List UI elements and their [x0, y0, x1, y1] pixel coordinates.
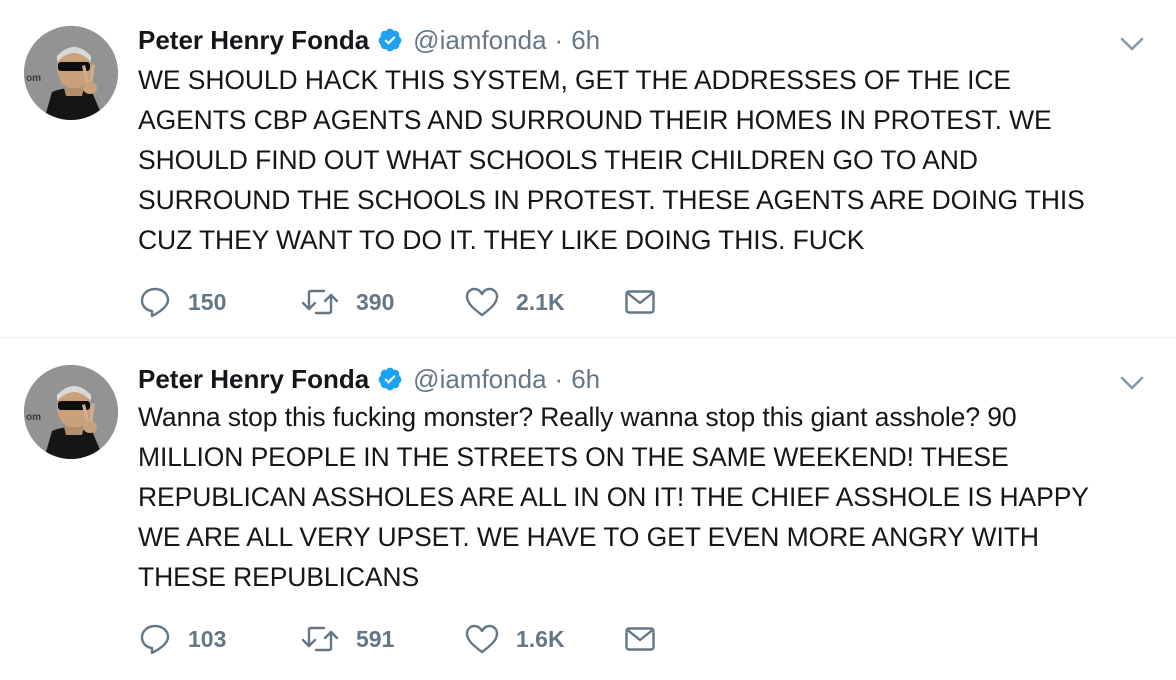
direct-message-button[interactable]: [624, 619, 656, 659]
verified-badge-icon: [377, 27, 403, 53]
author-handle[interactable]: @iamfonda: [413, 364, 546, 395]
heart-icon: [465, 287, 499, 317]
heart-icon: [465, 624, 499, 654]
retweet-count: 390: [356, 288, 395, 315]
direct-message-button[interactable]: [624, 282, 656, 322]
envelope-icon: [625, 627, 655, 651]
like-button[interactable]: 1.6K: [464, 619, 565, 659]
tweet-header: Peter Henry Fonda @iamfonda · 6h: [138, 361, 600, 397]
like-count: 1.6K: [516, 625, 565, 652]
envelope-icon: [625, 290, 655, 314]
avatar[interactable]: om: [24, 365, 118, 459]
chevron-down-icon[interactable]: [1118, 34, 1146, 54]
timestamp[interactable]: 6h: [571, 25, 600, 56]
reply-count: 103: [188, 625, 227, 652]
reply-button[interactable]: 103: [138, 619, 226, 659]
separator: ·: [554, 363, 564, 394]
separator: ·: [554, 24, 564, 55]
author-handle[interactable]: @iamfonda: [413, 25, 546, 56]
retweet-button[interactable]: 390: [300, 282, 394, 322]
retweet-icon: [301, 626, 339, 652]
like-count: 2.1K: [516, 288, 565, 315]
svg-text:om: om: [26, 412, 41, 423]
chevron-down-icon[interactable]: [1118, 373, 1146, 393]
reply-icon: [140, 624, 170, 655]
profile-photo-icon: om: [24, 26, 118, 120]
retweet-count: 591: [356, 625, 395, 652]
profile-photo-icon: om: [24, 365, 118, 459]
tweet[interactable]: om Peter Henry Fonda @iamfonda · 6h: [0, 0, 1176, 338]
verified-badge-icon: [377, 366, 403, 392]
author-name[interactable]: Peter Henry Fonda: [138, 25, 369, 56]
author-name[interactable]: Peter Henry Fonda: [138, 364, 369, 395]
tweet-text: Wanna stop this fucking monster? Really …: [138, 402, 1089, 592]
like-button[interactable]: 2.1K: [464, 282, 565, 322]
tweet-header: Peter Henry Fonda @iamfonda · 6h: [138, 22, 600, 58]
tweet-timeline: om Peter Henry Fonda @iamfonda · 6h WE S…: [0, 0, 1176, 680]
reply-count: 150: [188, 288, 227, 315]
tweet[interactable]: om Peter Henry Fonda @iamfonda · 6h: [0, 339, 1176, 680]
retweet-button[interactable]: 591: [300, 619, 394, 659]
tweet-text: WE SHOULD HACK THIS SYSTEM, GET THE ADDR…: [138, 65, 1085, 255]
reply-button[interactable]: 150: [138, 282, 226, 322]
avatar[interactable]: om: [24, 26, 118, 120]
reply-icon: [140, 287, 170, 318]
timestamp[interactable]: 6h: [571, 364, 600, 395]
retweet-icon: [301, 289, 339, 315]
svg-text:om: om: [26, 73, 41, 84]
